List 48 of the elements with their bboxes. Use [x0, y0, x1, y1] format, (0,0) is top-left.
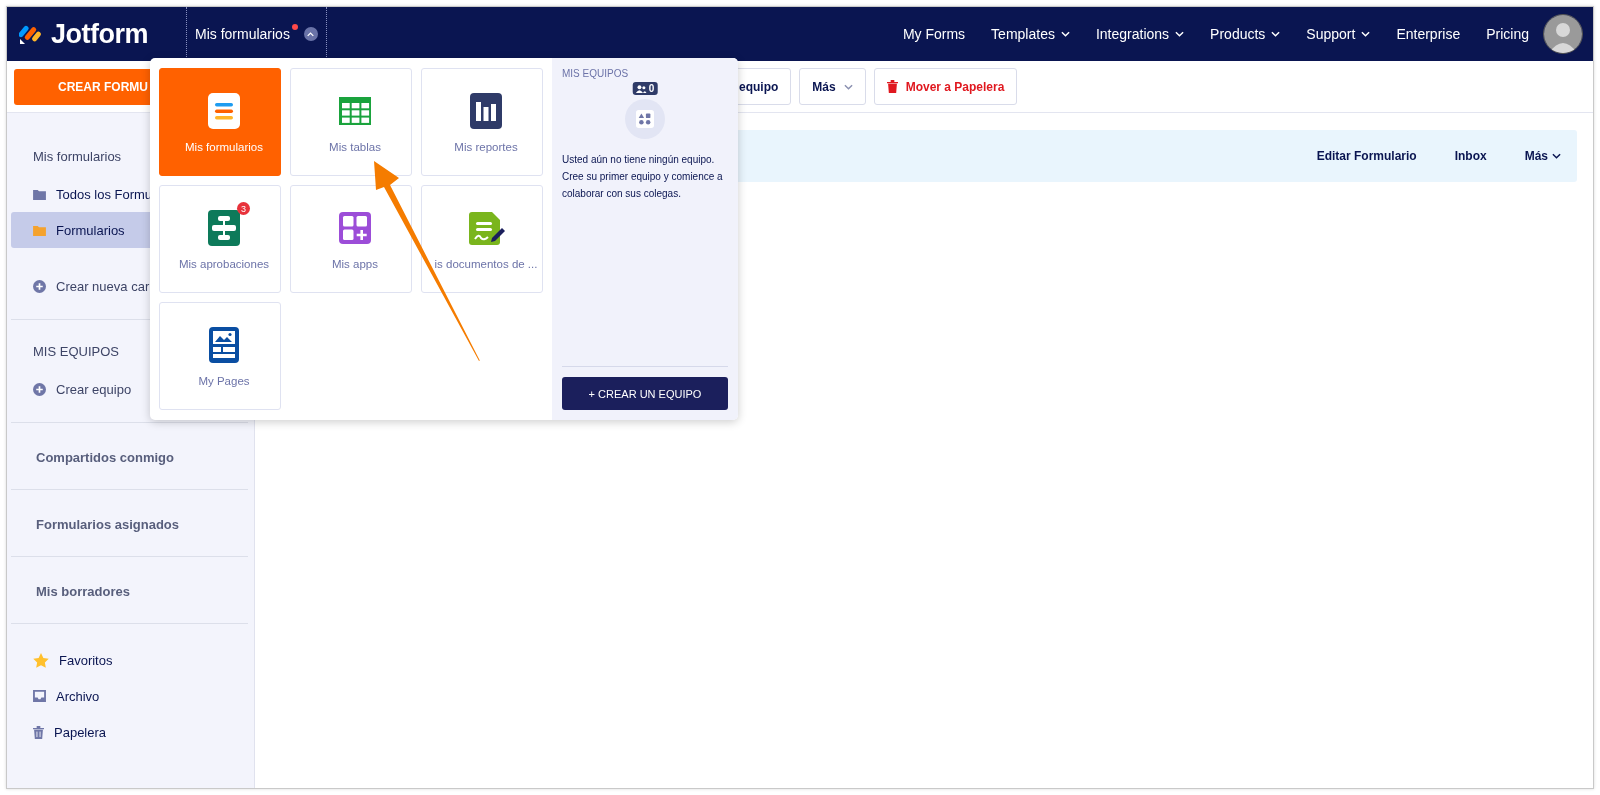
collapse-icon[interactable]: [303, 27, 318, 41]
people-icon: [635, 84, 647, 93]
brand-name: Jotform: [51, 18, 148, 50]
section-heading: MIS EQUIPOS: [33, 344, 119, 359]
chevron-icon: [1361, 31, 1371, 37]
sidebar-link[interactable]: Compartidos conmigo: [36, 450, 174, 465]
app-tile[interactable]: My Pages: [159, 302, 281, 410]
sidebar-link[interactable]: Mis borradores: [36, 584, 130, 599]
nav-link[interactable]: Products: [1210, 26, 1281, 42]
section-heading: MIS EQUIPOS: [562, 68, 630, 79]
team-count: 0: [648, 83, 655, 94]
section-heading: Mis formularios: [33, 149, 122, 164]
avatar[interactable]: [1543, 14, 1583, 54]
chevron-icon: [1271, 31, 1281, 37]
chevron-icon: [843, 83, 853, 90]
sidebar-item[interactable]: Papelera: [11, 714, 248, 750]
sidebar-item[interactable]: Favoritos: [11, 642, 248, 678]
form-action[interactable]: Inbox: [1454, 149, 1487, 163]
chevron-icon: [1552, 153, 1561, 159]
trash-icon: [33, 725, 44, 739]
form-action[interactable]: Más: [1524, 149, 1561, 163]
app-tile[interactable]: 3 Mis aprobaciones: [159, 185, 281, 293]
trash-button[interactable]: Mover a Papelera: [873, 68, 1018, 105]
sidebar-item[interactable]: Archivo: [11, 678, 248, 714]
nav-link[interactable]: Pricing: [1486, 26, 1529, 42]
shapes-icon: [636, 110, 654, 128]
sidebar-link[interactable]: Formularios asignados: [36, 517, 180, 532]
nav-link[interactable]: My Forms: [902, 26, 966, 42]
trash-icon: [886, 80, 898, 93]
chevron-icon: [1060, 31, 1070, 37]
inbox-icon: [33, 690, 46, 702]
create-team-button[interactable]: + CREAR UN EQUIPO: [562, 377, 728, 410]
star-icon: [33, 652, 49, 668]
count-badge: 3: [237, 202, 250, 215]
app-tile[interactable]: Mis apps: [290, 185, 412, 293]
app-tile[interactable]: Mis tablas: [290, 68, 412, 176]
nav-link[interactable]: Integrations: [1095, 26, 1185, 42]
nav-link[interactable]: Templates: [991, 26, 1070, 42]
app-tile[interactable]: Mis reportes: [421, 68, 543, 176]
app-tile[interactable]: is documentos de ...: [421, 185, 543, 293]
plus-icon: [33, 279, 46, 293]
plus-icon: [33, 382, 46, 396]
more-button[interactable]: Más: [799, 68, 866, 105]
form-action[interactable]: Editar Formulario: [1316, 149, 1417, 163]
nav-link[interactable]: Support: [1306, 26, 1371, 42]
chevron-icon: [1175, 31, 1185, 37]
workspace-menu[interactable]: Mis formularios: [195, 26, 290, 42]
nav-link[interactable]: Enterprise: [1396, 26, 1461, 42]
